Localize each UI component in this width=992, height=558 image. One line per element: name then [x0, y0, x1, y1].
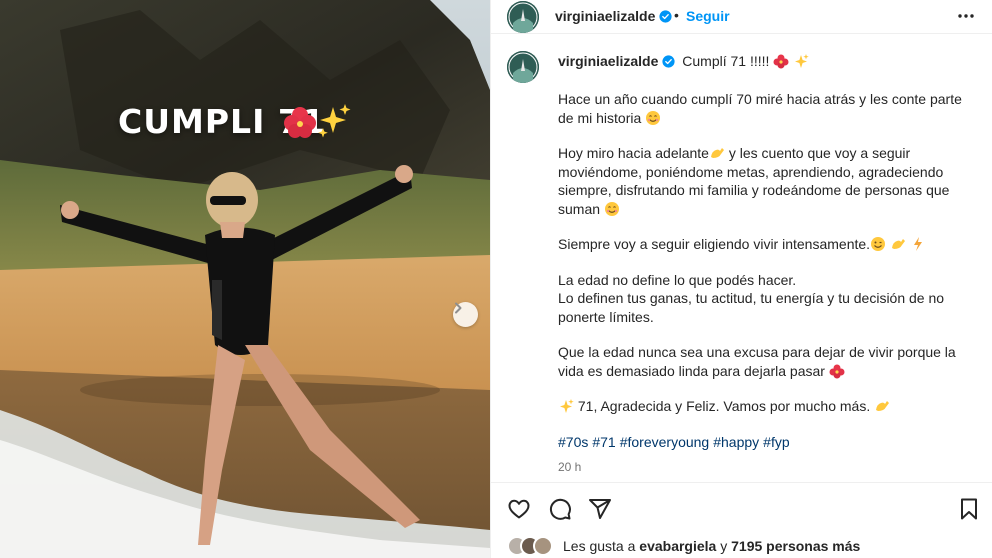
hashtag-link[interactable]: #70s: [558, 434, 588, 450]
caption-line: vida es demasiado linda para dejarla pas…: [558, 362, 978, 381]
caption-paragraph: Que la edad nunca sea una excusa para de…: [558, 343, 978, 380]
flexed-biceps-emoji-icon: [876, 401, 890, 411]
liker-avatar: [533, 536, 553, 556]
caption-paragraph: Siempre voy a seguir eligiendo vivir int…: [558, 235, 978, 254]
save-bookmark-icon[interactable]: [957, 497, 981, 521]
hibiscus-emoji: [284, 107, 316, 138]
likes-text: Les gusta a evabargiela y 7195 personas …: [563, 538, 860, 554]
avatar[interactable]: [507, 1, 539, 33]
caption-line: suman: [558, 200, 978, 219]
hashtag-link[interactable]: #fyp: [763, 434, 789, 450]
hashtag-link[interactable]: #happy: [713, 434, 759, 450]
caption-paragraph: Hoy miro hacia adelante y les cuento que…: [558, 144, 978, 218]
username-link[interactable]: virginiaelizalde: [555, 8, 672, 24]
caption-paragraph: Hace un año cuando cumplí 70 miré hacia …: [558, 90, 978, 127]
caption-line: Hace un año cuando cumplí 70 miré hacia …: [558, 91, 962, 107]
action-bar: [491, 482, 992, 532]
hibiscus-emoji-icon: [829, 364, 845, 378]
caption-line-text: Siempre voy a seguir eligiendo vivir int…: [558, 236, 871, 252]
verified-badge-icon: [659, 10, 672, 23]
winking-face-emoji-icon: [871, 237, 886, 251]
hashtag-list: #70s #71 #foreveryoung #happy #fyp: [558, 433, 978, 452]
like-heart-icon[interactable]: [507, 497, 531, 521]
caption-paragraph: La edad no define lo que podés hacer. Lo…: [558, 271, 978, 327]
caption-line-text: vida es demasiado linda para dejarla pas…: [558, 362, 825, 379]
caption-line: 71, Agradecida y Feliz. Vamos por mucho …: [558, 397, 978, 416]
caption-line: ponerte límites.: [558, 308, 654, 325]
caption-header: virginiaelizalde Cumplí 71 !!!!!: [558, 53, 809, 69]
sparkles-emoji: [318, 104, 351, 138]
caption-line: La edad no define lo que podés hacer.: [558, 271, 797, 288]
comment-icon[interactable]: [548, 497, 572, 521]
caption-line-text: y les cuento que voy a seguir: [728, 145, 911, 161]
caption-line: Siempre voy a seguir eligiendo vivir int…: [558, 235, 978, 254]
caption-line: moviéndome, poniéndome metas, aprendiend…: [558, 163, 944, 180]
instagram-post-view: CUMPLI 71 virginiaelizalde • Seguir virg…: [0, 0, 992, 558]
username-text: virginiaelizalde: [555, 8, 656, 24]
follow-button[interactable]: Seguir: [686, 8, 730, 24]
smiling-face-emoji-icon: [604, 201, 619, 216]
chevron-right-icon: [455, 302, 462, 314]
caption-line-text: Hoy miro hacia adelante: [558, 145, 709, 161]
liker-username[interactable]: evabargiela: [639, 538, 716, 554]
sparkles-emoji-icon: [560, 399, 574, 413]
caption-line: Hoy miro hacia adelante y les cuento que…: [558, 144, 978, 163]
caption-line-text: 71, Agradecida y Feliz. Vamos por mucho …: [577, 398, 871, 414]
hibiscus-emoji-icon: [773, 54, 789, 69]
beach-photo: [0, 0, 490, 558]
caption-line: de mi historia: [558, 109, 978, 128]
next-slide-button[interactable]: [453, 302, 478, 327]
hashtag-link[interactable]: #71: [592, 434, 615, 450]
caption-line-text: suman: [558, 200, 601, 217]
lightning-emoji-icon: [913, 237, 922, 251]
caption-headline: Cumplí 71 !!!!!: [682, 53, 770, 69]
separator-dot: •: [674, 7, 679, 23]
verified-badge-icon: [662, 55, 675, 68]
flexed-biceps-emoji-icon: [710, 148, 724, 158]
post-header: virginiaelizalde • Seguir: [491, 0, 992, 34]
sparkles-emoji-icon: [795, 54, 809, 68]
caption-body: Hace un año cuando cumplí 70 miré hacia …: [558, 90, 978, 451]
caption-paragraph: 71, Agradecida y Feliz. Vamos por mucho …: [558, 397, 978, 416]
caption-line: siempre, disfrutando mi familia y rodeán…: [558, 182, 950, 198]
post-image[interactable]: CUMPLI 71: [0, 0, 490, 558]
caption-line-text: de mi historia: [558, 109, 642, 126]
likes-joiner: y: [720, 538, 728, 554]
share-send-icon[interactable]: [588, 497, 612, 521]
smiling-face-emoji-icon: [646, 110, 661, 125]
caption-username[interactable]: virginiaelizalde: [558, 53, 658, 69]
hashtag-link[interactable]: #foreveryoung: [620, 434, 710, 450]
post-sidebar: virginiaelizalde • Seguir virginiaelizal…: [490, 0, 992, 558]
likes-count[interactable]: 7195 personas más: [731, 538, 860, 554]
more-options-icon[interactable]: [957, 7, 975, 25]
post-timestamp[interactable]: 20 h: [558, 460, 581, 474]
flexed-biceps-emoji-icon: [891, 239, 905, 249]
caption-avatar[interactable]: [507, 51, 539, 83]
caption-line: Lo definen tus ganas, tu actitud, tu ene…: [558, 290, 945, 306]
likes-prefix: Les gusta a: [563, 538, 636, 554]
caption-line: Que la edad nunca sea una excusa para de…: [558, 344, 956, 360]
